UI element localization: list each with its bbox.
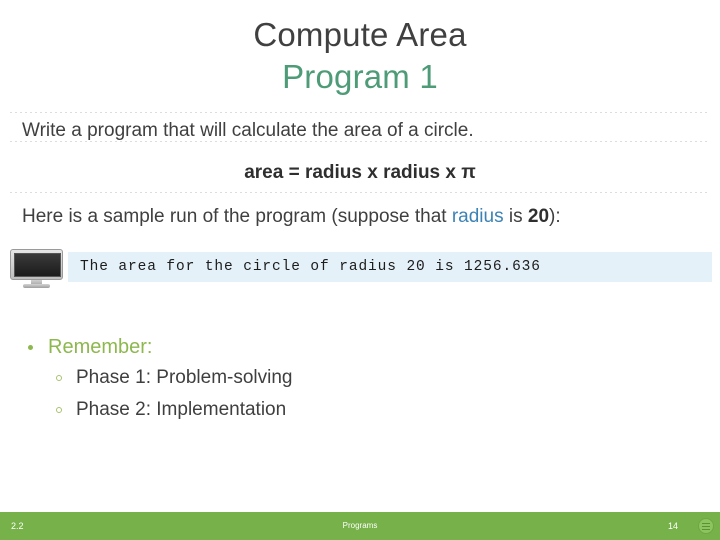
body-paragraph-sample-run: Here is a sample run of the program (sup… <box>22 204 712 230</box>
divider-top <box>10 112 710 113</box>
footer-page-number: 14 <box>667 521 678 531</box>
sample-run-value: 20 <box>527 206 550 227</box>
body-paragraph-intro: Write a program that will calculate the … <box>22 120 474 141</box>
slide-canvas: Compute Area Program 1 Write a program t… <box>0 0 720 540</box>
bullet-phase-2: Phase 2: Implementation <box>18 394 618 426</box>
monitor-base <box>23 284 50 288</box>
bullet-list: Remember: Phase 1: Problem-solving Phase… <box>18 332 618 426</box>
console-output-text: The area for the circle of radius 20 is … <box>80 259 541 275</box>
sample-run-suffix: ): <box>549 206 561 227</box>
footer-title: Programs <box>342 521 378 530</box>
divider-lower <box>10 192 710 193</box>
monitor-screen <box>14 253 61 277</box>
monitor-icon <box>10 249 63 289</box>
area-formula: area = radius x radius x π <box>244 162 476 183</box>
title-line-primary: Compute Area <box>253 16 467 53</box>
console-output-band: The area for the circle of radius 20 is … <box>68 252 712 282</box>
bullet-ring-icon <box>56 407 62 413</box>
list-lines-icon[interactable] <box>698 518 714 534</box>
slide-footer: 2.2 Programs 14 <box>0 512 720 540</box>
bullet-phase-2-label: Phase 2: Implementation <box>76 399 287 420</box>
sample-run-middle: is <box>503 206 528 227</box>
slide-title: Compute Area Program 1 <box>0 14 720 98</box>
bullet-dot-icon <box>28 345 33 350</box>
title-line-secondary: Program 1 <box>282 58 438 95</box>
bullet-remember-label: Remember: <box>48 336 153 358</box>
bullet-ring-icon <box>56 375 62 381</box>
bullet-phase-1-label: Phase 1: Problem-solving <box>76 367 293 388</box>
monitor-bezel <box>10 249 63 280</box>
bullet-phase-1: Phase 1: Problem-solving <box>18 362 618 394</box>
sample-run-prefix: Here is a sample run of the program (sup… <box>22 206 452 227</box>
bullet-remember: Remember: <box>18 332 618 362</box>
sample-run-keyword: radius <box>451 206 504 227</box>
